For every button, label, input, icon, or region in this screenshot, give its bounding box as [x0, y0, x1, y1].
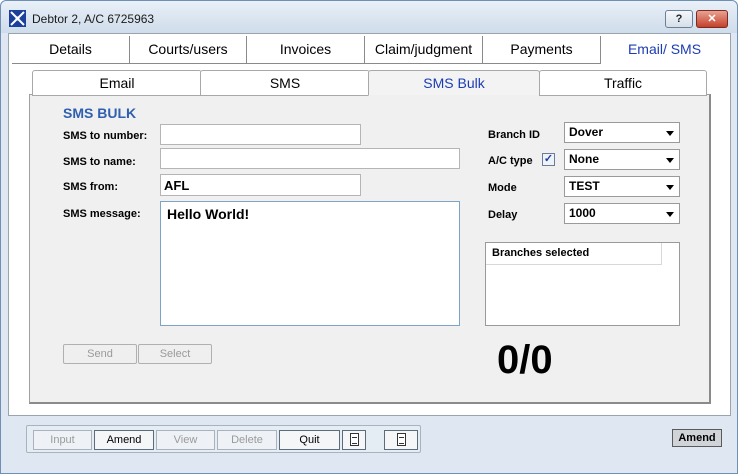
send-button[interactable]: Send: [63, 344, 137, 364]
notes-button[interactable]: [342, 430, 366, 450]
ac-type-select[interactable]: None: [564, 149, 680, 170]
mode-label: Mode: [488, 182, 517, 194]
subtab-email[interactable]: Email: [32, 70, 202, 96]
chevron-down-icon: [666, 158, 674, 163]
help-button[interactable]: ?: [665, 10, 693, 28]
tab-payments[interactable]: Payments: [483, 36, 601, 64]
chevron-down-icon: [666, 212, 674, 217]
ac-type-value: None: [569, 152, 599, 166]
select-button[interactable]: Select: [138, 344, 212, 364]
sms-to-name-label: SMS to name:: [63, 156, 136, 168]
delay-select[interactable]: 1000: [564, 203, 680, 224]
amend-button[interactable]: Amend: [94, 430, 154, 450]
view-button[interactable]: View: [156, 430, 215, 450]
report-button[interactable]: [384, 430, 418, 450]
subtab-traffic[interactable]: Traffic: [539, 70, 707, 96]
subtab-sms[interactable]: SMS: [200, 70, 370, 96]
delay-value: 1000: [569, 206, 596, 220]
window-title: Debtor 2, A/C 6725963: [32, 12, 155, 26]
branch-id-label: Branch ID: [488, 129, 540, 141]
tab-invoices[interactable]: Invoices: [247, 36, 365, 64]
tab-email-sms[interactable]: Email/ SMS: [601, 36, 728, 64]
tab-courts-users[interactable]: Courts/users: [130, 36, 247, 64]
sms-message-label: SMS message:: [63, 208, 141, 220]
delete-button[interactable]: Delete: [217, 430, 277, 450]
tab-claim-judgment[interactable]: Claim/judgment: [365, 36, 483, 64]
sms-from-input[interactable]: [160, 174, 361, 196]
chevron-down-icon: [666, 131, 674, 136]
sms-from-label: SMS from:: [63, 181, 118, 193]
debtor-window: Debtor 2, A/C 6725963 ? ✕ Details Courts…: [0, 0, 738, 474]
chevron-down-icon: [666, 185, 674, 190]
section-title: SMS BULK: [63, 105, 137, 121]
sms-to-number-label: SMS to number:: [63, 130, 148, 142]
top-tab-bar: Details Courts/users Invoices Claim/judg…: [12, 36, 728, 64]
title-bar[interactable]: Debtor 2, A/C 6725963 ? ✕: [1, 1, 737, 33]
tab-details[interactable]: Details: [12, 36, 130, 64]
close-button[interactable]: ✕: [696, 10, 728, 28]
branch-id-select[interactable]: Dover: [564, 122, 680, 143]
branches-selected-list[interactable]: Branches selected: [485, 242, 680, 326]
sms-counter: 0/0: [497, 338, 553, 382]
branches-selected-header: Branches selected: [486, 243, 662, 265]
quit-button[interactable]: Quit: [279, 430, 340, 450]
document-icon: [397, 433, 406, 446]
sms-to-number-input[interactable]: [160, 124, 361, 145]
mode-value: TEST: [569, 179, 600, 193]
mode-select[interactable]: TEST: [564, 176, 680, 197]
input-button[interactable]: Input: [33, 430, 92, 450]
app-icon: [9, 10, 26, 27]
main-client-area: Details Courts/users Invoices Claim/judg…: [8, 33, 731, 416]
mode-status-badge: Amend: [672, 429, 722, 447]
email-sms-area: SMS BULK SMS to number: SMS to name: SMS…: [16, 70, 729, 409]
branch-id-value: Dover: [569, 125, 604, 139]
ac-type-label: A/C type: [488, 155, 533, 167]
sms-message-input[interactable]: Hello World!: [160, 201, 460, 326]
delay-label: Delay: [488, 209, 518, 221]
sms-bulk-panel: SMS BULK SMS to number: SMS to name: SMS…: [29, 94, 711, 404]
subtab-sms-bulk[interactable]: SMS Bulk: [368, 70, 540, 96]
document-icon: [350, 433, 359, 446]
ac-type-checkbox[interactable]: ✓: [542, 153, 555, 166]
bottom-toolbar: Input Amend View Delete Quit: [26, 425, 421, 453]
sms-to-name-input[interactable]: [160, 148, 460, 169]
